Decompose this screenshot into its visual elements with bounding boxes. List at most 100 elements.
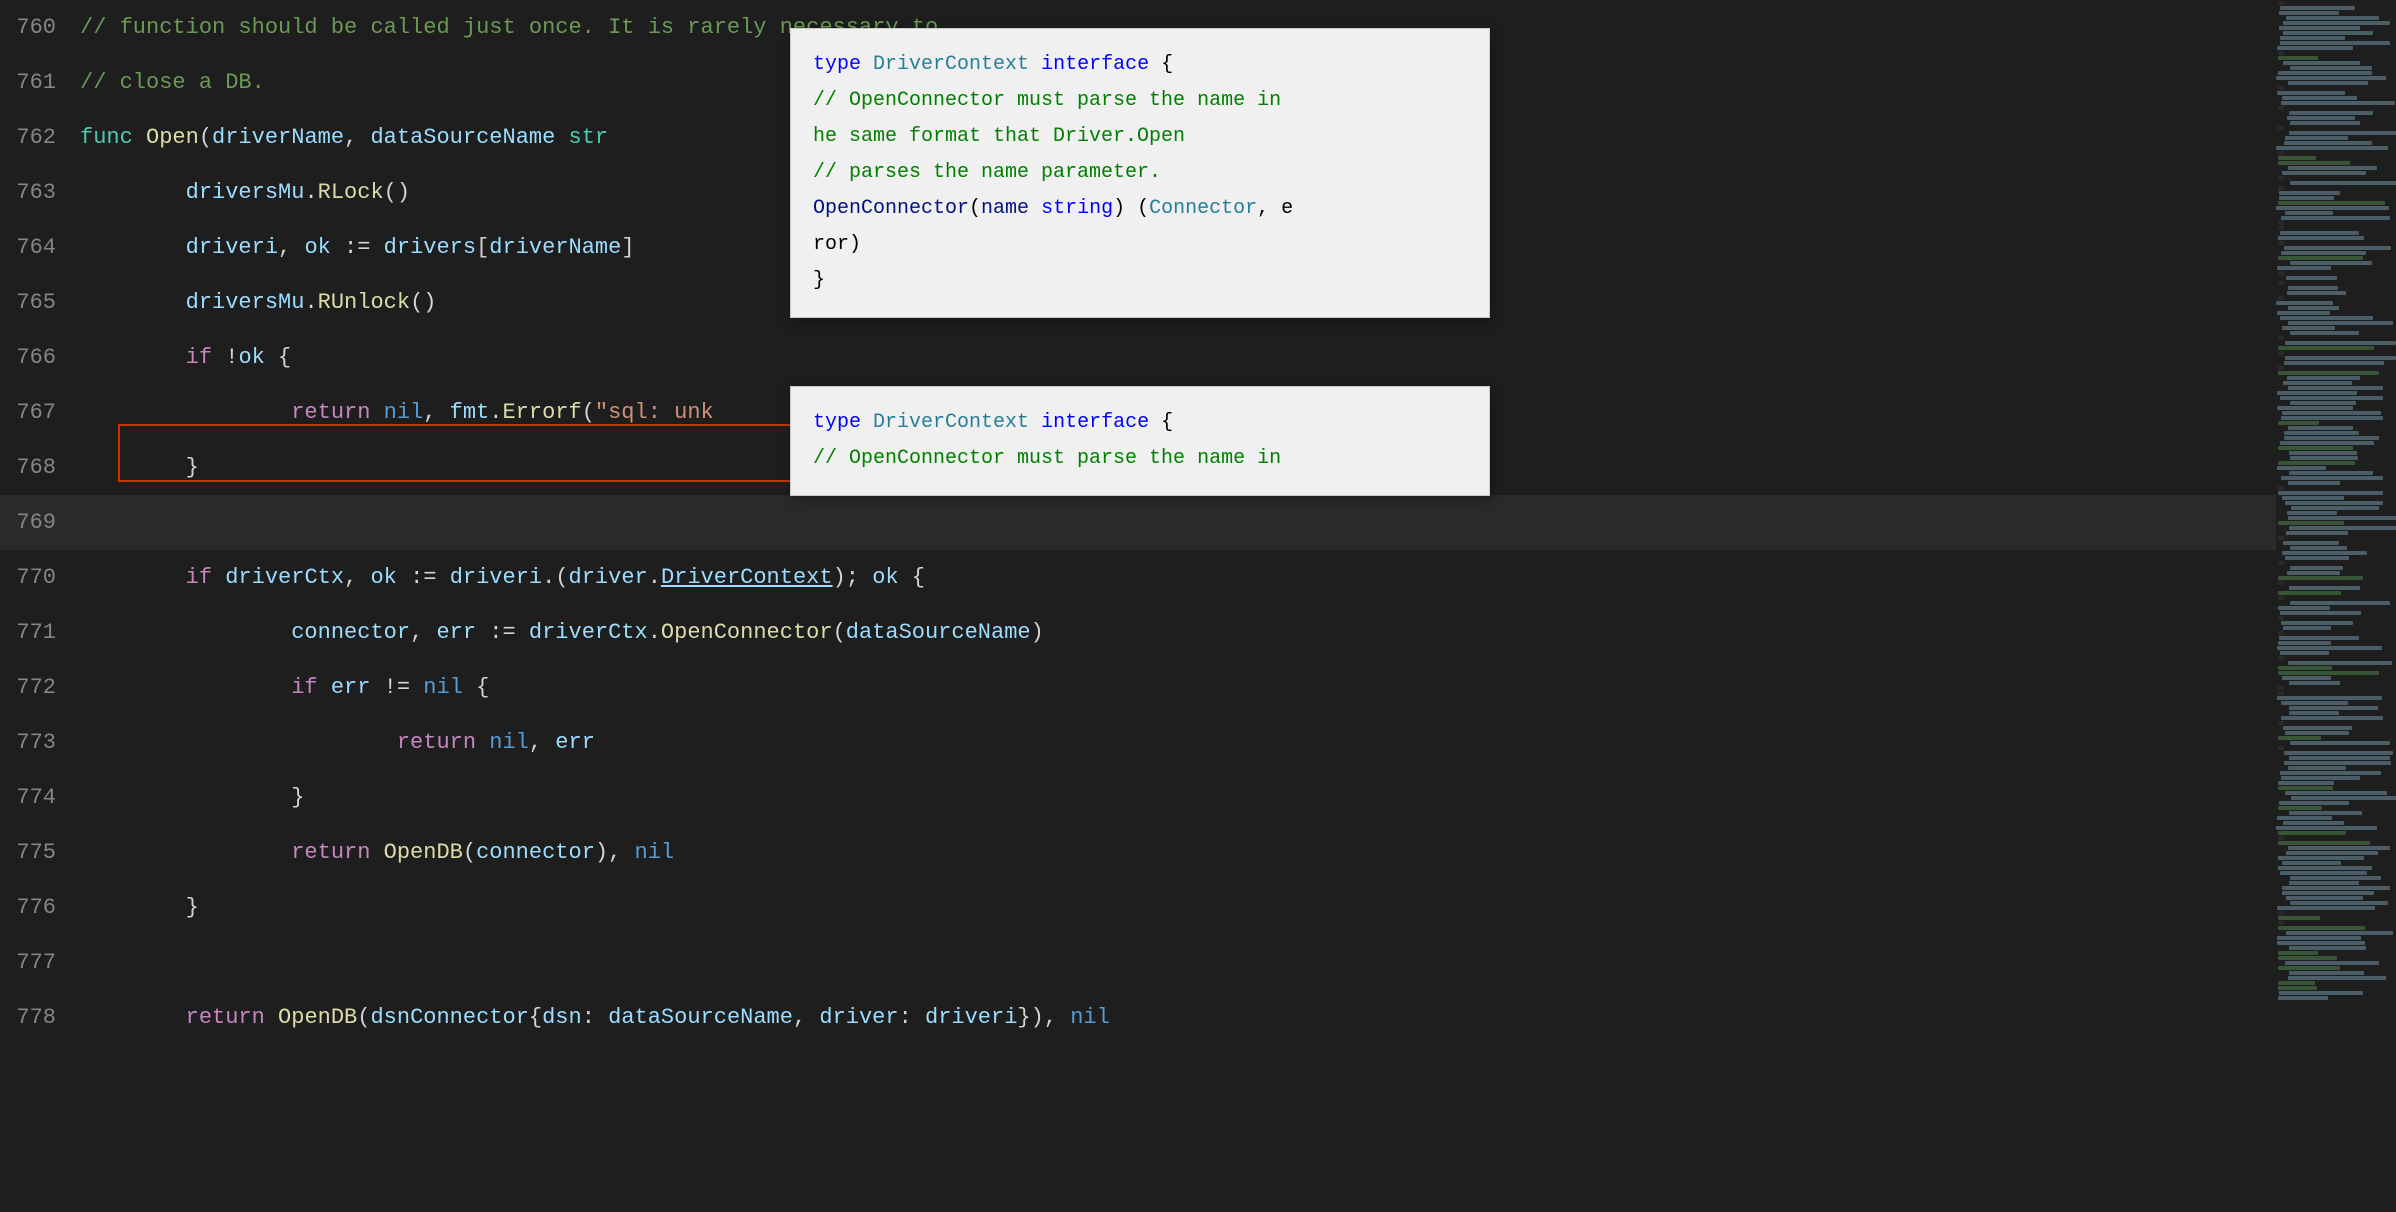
minimap-line	[2278, 176, 2284, 180]
minimap-line	[2278, 996, 2328, 1000]
minimap-line	[2280, 6, 2356, 10]
minimap-line	[2278, 666, 2332, 670]
minimap-line	[2287, 116, 2355, 120]
minimap-line	[2278, 641, 2331, 645]
minimap-line	[2284, 436, 2379, 440]
minimap-line	[2290, 121, 2360, 125]
minimap-line	[2289, 526, 2396, 530]
minimap-line	[2290, 456, 2358, 460]
minimap-line	[2284, 141, 2371, 145]
minimap-line	[2279, 191, 2341, 195]
minimap-line	[2278, 616, 2284, 620]
minimap-line	[2278, 736, 2321, 740]
minimap-line	[2287, 291, 2346, 295]
minimap-line	[2289, 946, 2366, 950]
minimap-line	[2282, 886, 2390, 890]
minimap-line	[2280, 771, 2381, 775]
code-line-766: 766 if !ok {	[0, 330, 2276, 385]
minimap-line	[2278, 926, 2365, 930]
minimap-line	[2284, 361, 2384, 365]
minimap-line	[2278, 691, 2284, 695]
minimap-line	[2278, 126, 2284, 130]
minimap-line	[2278, 256, 2363, 260]
minimap-line	[2290, 876, 2381, 880]
line-content-766: if !ok {	[80, 330, 2276, 385]
minimap-line	[2289, 586, 2361, 590]
line-number-771: 771	[0, 605, 80, 660]
minimap-line	[2291, 506, 2379, 510]
minimap-line	[2277, 311, 2330, 315]
minimap-line	[2280, 441, 2374, 445]
minimap[interactable]	[2276, 0, 2396, 1212]
line-content-773: return nil, err	[80, 715, 2276, 770]
minimap-line	[2290, 261, 2372, 265]
minimap-line	[2288, 81, 2368, 85]
line-number-778: 778	[0, 990, 80, 1045]
editor-container: 760// function should be called just onc…	[0, 0, 2396, 1212]
minimap-line	[2276, 206, 2389, 210]
minimap-line	[2278, 921, 2284, 925]
minimap-line	[2290, 741, 2390, 745]
minimap-line	[2278, 186, 2284, 190]
minimap-line	[2280, 871, 2368, 875]
line-number-767: 767	[0, 385, 80, 440]
minimap-line	[2278, 296, 2284, 300]
minimap-line	[2280, 651, 2329, 655]
minimap-line	[2280, 36, 2345, 40]
minimap-line	[2281, 621, 2353, 625]
minimap-line	[2276, 146, 2387, 150]
minimap-line	[2282, 96, 2358, 100]
minimap-line	[2288, 306, 2339, 310]
minimap-line	[2287, 376, 2359, 380]
popup-line: OpenConnector(name string) (Connector, e	[813, 191, 1467, 227]
minimap-line	[2288, 386, 2382, 390]
minimap-line	[2290, 331, 2359, 335]
minimap-line	[2278, 421, 2319, 425]
minimap-line	[2278, 606, 2331, 610]
minimap-line	[2278, 866, 2372, 870]
minimap-line	[2290, 566, 2343, 570]
minimap-line	[2288, 766, 2346, 770]
minimap-line	[2282, 411, 2381, 415]
minimap-line	[2283, 31, 2373, 35]
minimap-line	[2278, 71, 2372, 75]
line-content-772: if err != nil {	[80, 660, 2276, 715]
minimap-line	[2283, 381, 2351, 385]
minimap-line	[2277, 91, 2345, 95]
minimap-line	[2278, 536, 2284, 540]
line-number-772: 772	[0, 660, 80, 715]
code-line-778: 778 return OpenDB(dsnConnector{dsn: data…	[0, 990, 2276, 1045]
minimap-line	[2284, 246, 2391, 250]
minimap-line	[2290, 601, 2390, 605]
minimap-line	[2278, 161, 2350, 165]
minimap-line	[2278, 461, 2355, 465]
line-number-777: 777	[0, 935, 80, 990]
minimap-line	[2290, 546, 2347, 550]
minimap-line	[2285, 341, 2396, 345]
minimap-line	[2289, 111, 2374, 115]
minimap-line	[2277, 696, 2382, 700]
minimap-line	[2286, 851, 2378, 855]
minimap-line	[2285, 211, 2334, 215]
code-line-775: 775 return OpenDB(connector), nil	[0, 825, 2276, 880]
minimap-line	[2289, 706, 2378, 710]
code-line-769: 769	[0, 495, 2276, 550]
line-number-762: 762	[0, 110, 80, 165]
line-number-761: 761	[0, 55, 80, 110]
minimap-line	[2278, 591, 2341, 595]
minimap-line	[2285, 356, 2396, 360]
minimap-line	[2283, 541, 2339, 545]
line-content-774: }	[80, 770, 2276, 825]
minimap-line	[2288, 976, 2386, 980]
minimap-line	[2278, 561, 2284, 565]
minimap-line	[2290, 401, 2356, 405]
code-line-770: 770 if driverCtx, ok := driveri.(driver.…	[0, 550, 2276, 605]
popup-line: }	[813, 263, 1467, 299]
hover-popup-1: type DriverContext interface { // OpenCo…	[790, 28, 1490, 318]
minimap-line	[2286, 276, 2337, 280]
minimap-line	[2278, 241, 2284, 245]
minimap-line	[2278, 491, 2383, 495]
minimap-line	[2282, 171, 2365, 175]
minimap-line	[2289, 756, 2389, 760]
minimap-line	[2285, 501, 2384, 505]
